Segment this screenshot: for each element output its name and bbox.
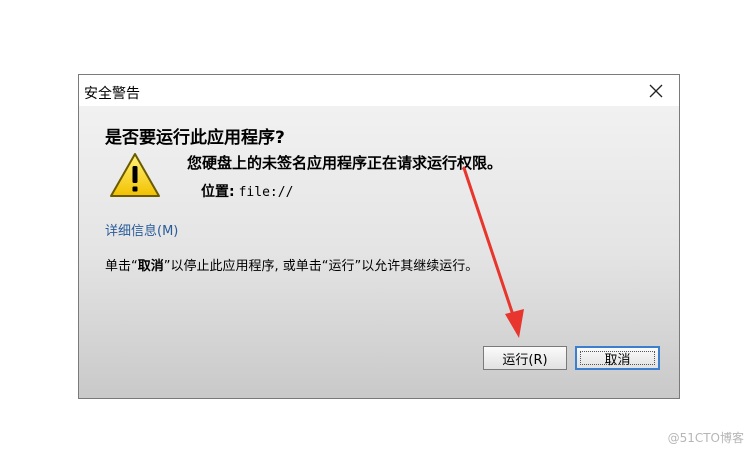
dialog-heading: 是否要运行此应用程序? <box>105 128 285 148</box>
warning-icon <box>110 153 160 197</box>
location-label: 位置: <box>201 184 235 200</box>
watermark: @51CTO博客 <box>667 431 744 445</box>
dialog-message: 您硬盘上的未签名应用程序正在请求运行权限。 <box>187 154 503 172</box>
location-row: 位置: file:// <box>201 181 293 201</box>
run-button[interactable]: 运行(R) <box>483 346 567 370</box>
dialog-title: 安全警告 <box>84 86 140 102</box>
location-value: file:// <box>238 185 294 200</box>
instruction-after: ”以停止此应用程序, 或单击“运行”以允许其继续运行。 <box>163 259 479 274</box>
cancel-button-label: 取消 <box>577 348 658 368</box>
instruction-cancel: 取消 <box>137 259 164 274</box>
details-link[interactable]: 详细信息(M) <box>105 220 178 239</box>
close-icon <box>649 84 663 97</box>
security-warning-dialog: 安全警告 是否要运行此应用程序? 您硬盘上的未签名应用程序正在请求运行权限。 位… <box>78 74 680 399</box>
page: 安全警告 是否要运行此应用程序? 您硬盘上的未签名应用程序正在请求运行权限。 位… <box>0 0 754 460</box>
cancel-button[interactable]: 取消 <box>575 346 660 370</box>
instruction-before: 单击“ <box>105 259 138 274</box>
close-button[interactable] <box>633 75 679 106</box>
instruction-text: 单击“取消”以停止此应用程序, 或单击“运行”以允许其继续运行。 <box>105 255 478 274</box>
title-bar[interactable]: 安全警告 <box>79 75 679 106</box>
